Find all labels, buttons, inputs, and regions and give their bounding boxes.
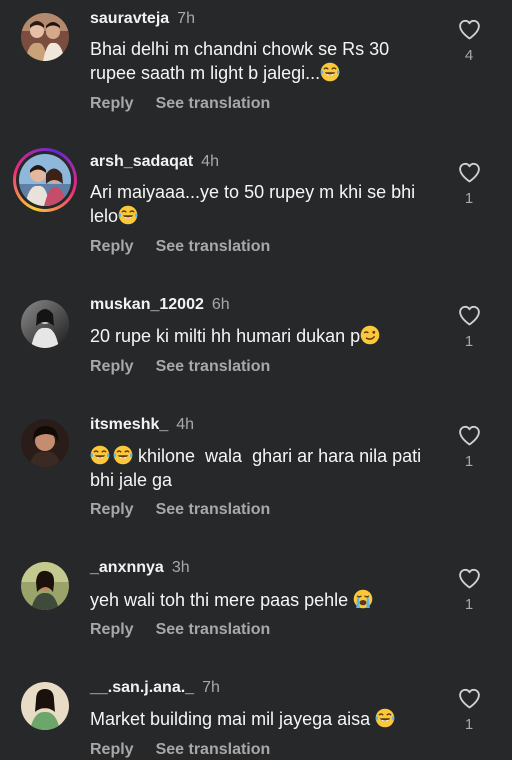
comment-text-content: yeh wali toh thi mere paas pehle [90, 590, 354, 610]
laugh-cry-emoji-icon [113, 445, 133, 465]
see-translation-button[interactable]: See translation [156, 358, 271, 375]
like-count: 1 [464, 333, 474, 350]
comment-text-content: khilone wala ghari ar hara nila pati bhi… [90, 446, 427, 490]
comment-username[interactable]: arsh_sadaqat [90, 153, 193, 170]
laugh-cry-emoji-icon [90, 445, 110, 465]
comment-username[interactable]: __.san.j.ana._ [90, 679, 194, 696]
heart-icon[interactable] [457, 423, 482, 448]
comment-text-content: Market building mai mil jayega aisa [90, 709, 376, 729]
comment-time: 6h [211, 296, 230, 313]
profile-photo-icon [21, 562, 69, 610]
comment-time: 4h [201, 153, 219, 170]
comment-text: 20 rupe ki milti hh humari dukan p [90, 324, 435, 348]
comment-text: Ari maiyaaa...ye to 50 rupey m khi se bh… [90, 180, 435, 228]
like-count: 4 [464, 47, 474, 64]
comment-text: Bhai delhi m chandni chowk se Rs 30 rupe… [90, 37, 435, 85]
avatar[interactable] [21, 562, 69, 610]
profile-photo-icon [19, 154, 71, 206]
profile-photo-icon [21, 419, 69, 467]
comment-text-content: 20 rupe ki milti hh humari dukan p [90, 326, 361, 346]
like-button[interactable]: 4 [452, 17, 486, 64]
reply-button[interactable]: Reply [90, 741, 134, 758]
heart-icon[interactable] [457, 17, 482, 42]
avatar[interactable] [21, 419, 69, 467]
laugh-cry-emoji-icon [118, 205, 138, 225]
comment-username[interactable]: sauravteja [90, 10, 169, 27]
like-count: 1 [464, 716, 474, 733]
profile-photo-icon [21, 13, 69, 61]
reply-button[interactable]: Reply [90, 501, 134, 518]
see-translation-button[interactable]: See translation [156, 741, 271, 758]
heart-icon[interactable] [457, 686, 482, 711]
comment-text-content: Bhai delhi m chandni chowk se Rs 30 rupe… [90, 39, 390, 83]
reply-button[interactable]: Reply [90, 358, 134, 375]
heart-icon[interactable] [457, 160, 482, 185]
wink-emoji-icon [360, 325, 380, 345]
like-button[interactable]: 1 [452, 303, 486, 350]
like-button[interactable]: 1 [452, 160, 486, 207]
like-count: 1 [464, 453, 474, 470]
laugh-cry-emoji-icon [320, 62, 340, 82]
reply-button[interactable]: Reply [90, 238, 134, 255]
comment-text: khilone wala ghari ar hara nila pati bhi… [90, 444, 435, 492]
laugh-cry-emoji-icon [375, 708, 395, 728]
like-button[interactable]: 1 [452, 566, 486, 613]
avatar[interactable] [21, 13, 69, 61]
avatar[interactable] [21, 300, 69, 348]
comment-time: 7h [177, 10, 195, 27]
see-translation-button[interactable]: See translation [156, 238, 271, 255]
comment-time: 4h [176, 416, 195, 433]
loudly-crying-emoji-icon [353, 589, 373, 609]
see-translation-button[interactable]: See translation [156, 621, 271, 638]
like-count: 1 [464, 596, 474, 613]
see-translation-button[interactable]: See translation [156, 95, 271, 112]
like-count: 1 [464, 190, 474, 207]
avatar[interactable] [21, 682, 69, 730]
comment-text: yeh wali toh thi mere paas pehle [90, 588, 435, 612]
see-translation-button[interactable]: See translation [156, 501, 271, 518]
comment-time: 7h [202, 679, 220, 696]
comment-username[interactable]: _anxnnya [90, 559, 164, 576]
like-button[interactable]: 1 [452, 423, 486, 470]
heart-icon[interactable] [457, 566, 482, 591]
heart-icon[interactable] [457, 303, 482, 328]
comment-text: Market building mai mil jayega aisa [90, 707, 435, 731]
comment-username[interactable]: itsmeshk_ [90, 416, 168, 433]
comment-text-content: Ari maiyaaa...ye to 50 rupey m khi se bh… [90, 182, 416, 226]
reply-button[interactable]: Reply [90, 621, 134, 638]
reply-button[interactable]: Reply [90, 95, 134, 112]
avatar-story-ring[interactable] [13, 148, 77, 212]
comment-time: 3h [171, 559, 190, 576]
profile-photo-icon [21, 682, 69, 730]
comment-username[interactable]: muskan_12002 [90, 296, 204, 313]
like-button[interactable]: 1 [452, 686, 486, 733]
profile-photo-icon [21, 300, 69, 348]
